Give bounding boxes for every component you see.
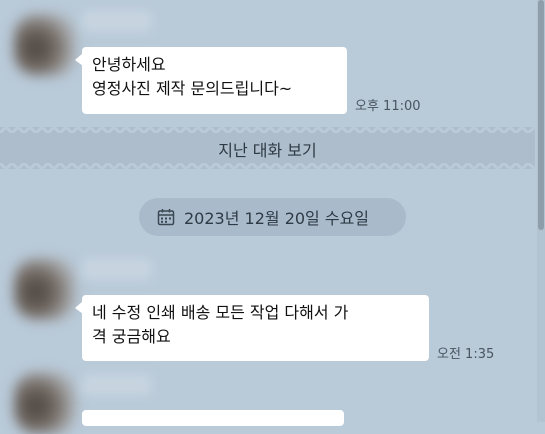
date-divider: 2023년 12월 20일 수요일 [139, 198, 406, 236]
sender-avatar[interactable] [14, 372, 76, 434]
scrollbar-thumb[interactable] [538, 0, 544, 230]
message-time: 오후 11:00 [355, 99, 421, 114]
calendar-icon [157, 208, 175, 226]
sender-name-blurred [82, 374, 152, 396]
sender-avatar[interactable] [14, 258, 76, 320]
date-divider-label: 2023년 12월 20일 수요일 [184, 209, 370, 228]
zigzag-edge-top [0, 127, 535, 133]
view-history-label[interactable]: 지난 대화 보기 [0, 137, 535, 161]
message-bubble[interactable]: 안녕하세요 영정사진 제작 문의드립니다~ [75, 47, 347, 114]
sender-name-blurred [82, 10, 152, 32]
chat-window: { "messages": [ { "text": "안녕하세요\n영정사진 제… [0, 0, 545, 434]
sender-name-blurred [82, 258, 152, 280]
sender-avatar[interactable] [14, 14, 76, 76]
message-time: 오전 1:35 [437, 347, 495, 362]
message-bubble[interactable]: 네 수정 인쇄 배송 모든 작업 다해서 가 격 궁금해요 [75, 295, 429, 361]
message-bubble-partial[interactable] [82, 410, 344, 426]
zigzag-edge-bottom [0, 163, 535, 169]
